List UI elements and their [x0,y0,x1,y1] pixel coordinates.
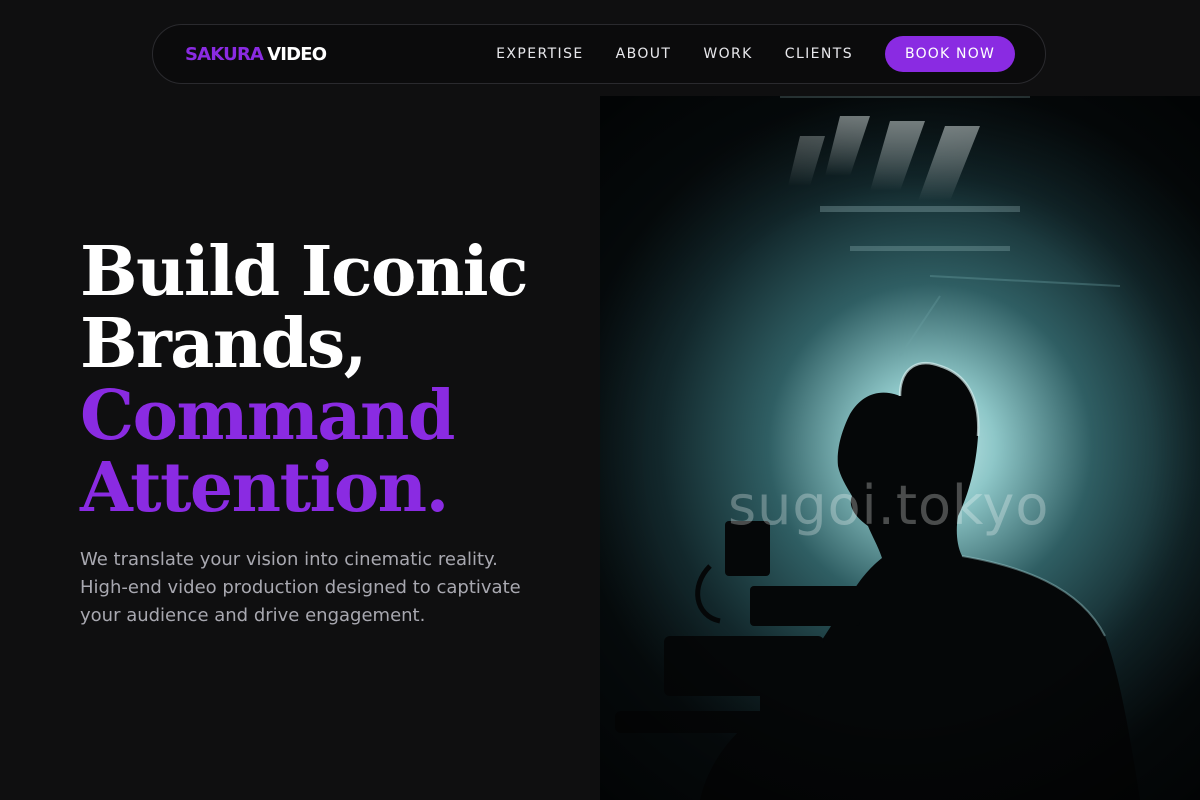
headline-line-1: Build Iconic [80,232,529,312]
headline-line-2: Brands, [80,304,367,384]
hero-subcopy: We translate your vision into cinematic … [80,549,521,626]
nav-link-about[interactable]: ABOUT [616,46,672,62]
hero-headline: Build Iconic Brands, Command Attention. [80,236,580,524]
brand-name-part1: SAKURA [185,43,264,65]
nav-link-clients[interactable]: CLIENTS [785,46,853,62]
headline-line-3: Command [80,376,455,456]
book-now-button[interactable]: BOOK NOW [885,36,1015,72]
hero-text: Build Iconic Brands, Command Attention. [80,236,580,524]
videographer-silhouette-photo [600,96,1200,800]
nav-link-work[interactable]: WORK [703,46,752,62]
headline-line-4: Attention. [80,448,449,528]
nav-links: EXPERTISE ABOUT WORK CLIENTS BOOK NOW [496,36,1015,72]
top-navbar: SAKURA VIDEO EXPERTISE ABOUT WORK CLIENT… [152,24,1046,84]
nav-link-expertise[interactable]: EXPERTISE [496,46,583,62]
brand-name-part2: VIDEO [267,43,327,65]
brand-logo[interactable]: SAKURA VIDEO [185,43,327,65]
image-watermark: sugoi.tokyo [728,474,1050,537]
hero-image: sugoi.tokyo [600,96,1200,800]
